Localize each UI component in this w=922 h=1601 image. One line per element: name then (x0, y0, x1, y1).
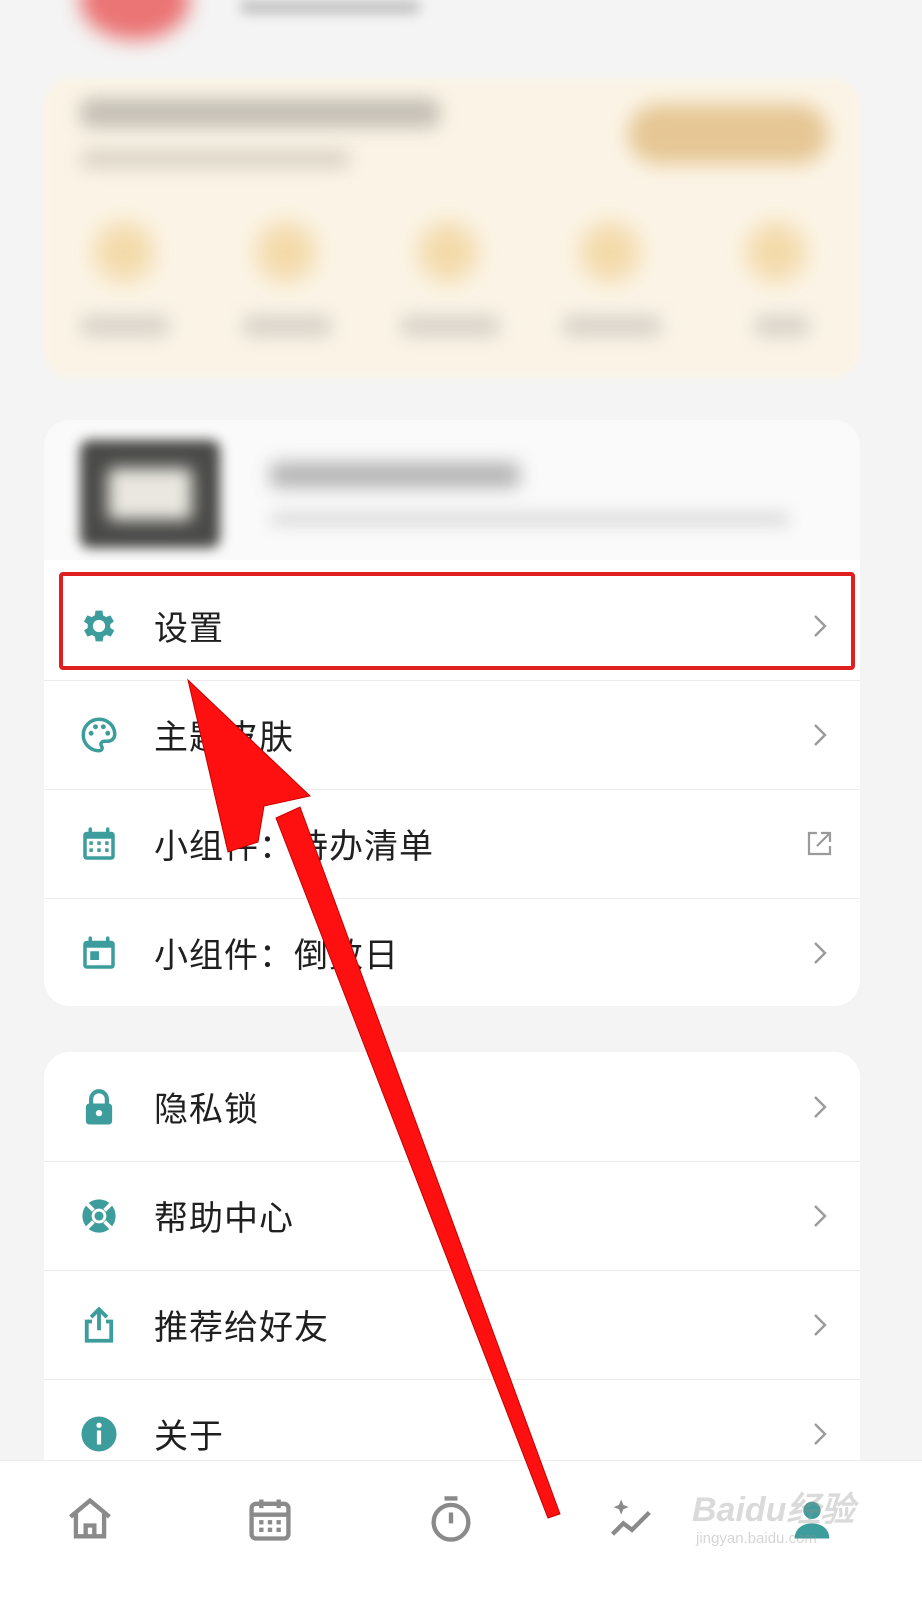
menu-item-widget-countdown[interactable]: 小组件：倒数日 (44, 898, 860, 1006)
nav-home[interactable] (60, 1489, 120, 1549)
menu-item-label: 小组件：待办清单 (154, 827, 434, 867)
gear-icon (78, 605, 120, 647)
menu-item-label: 设置 (154, 609, 224, 649)
chevron-right-icon (814, 723, 827, 746)
info-icon (78, 1413, 120, 1455)
profile-icon (794, 1501, 830, 1539)
lock-icon (78, 1086, 120, 1128)
chevron-right-icon (814, 1313, 827, 1336)
chevron-right-icon (814, 1204, 827, 1227)
sparkle-chart-icon (610, 1499, 651, 1536)
banner-image-inner (108, 468, 192, 520)
blurred-vip-subtitle (80, 150, 350, 168)
menu-item-label: 推荐给好友 (154, 1308, 329, 1348)
menu-item-label: 小组件：倒数日 (154, 936, 399, 976)
menu-item-theme[interactable]: 主题皮肤 (44, 680, 860, 789)
perk-icon (256, 222, 316, 282)
perk-icon (746, 222, 806, 282)
blurred-banner-subtitle (270, 512, 790, 526)
blurred-profile-header (0, 0, 922, 420)
chevron-right-icon (814, 941, 827, 964)
menu-item-label: 主题皮肤 (154, 718, 294, 758)
avatar (80, 0, 190, 40)
blurred-banner-title (270, 462, 520, 488)
perk-icon (94, 222, 154, 282)
chevron-right-icon (814, 1422, 827, 1445)
share-icon (78, 1304, 120, 1346)
perk-icon (580, 222, 640, 282)
menu-item-about[interactable]: 关于 (44, 1379, 860, 1472)
chevron-right-icon (814, 614, 827, 637)
perk-label (562, 315, 662, 337)
menu-item-widget-todo[interactable]: 小组件：待办清单 (44, 789, 860, 898)
nav-stats[interactable] (602, 1489, 662, 1549)
lifebuoy-icon (78, 1195, 120, 1237)
calendar-day-icon (78, 932, 120, 974)
timer-icon (431, 1496, 471, 1542)
perk-label (242, 315, 332, 337)
menu-item-label: 帮助中心 (154, 1199, 294, 1239)
perk-label (754, 315, 810, 337)
perk-icon (418, 222, 478, 282)
menu-item-recommend[interactable]: 推荐给好友 (44, 1270, 860, 1379)
chevron-right-icon (814, 1095, 827, 1118)
menu-item-privacy-lock[interactable]: 隐私锁 (44, 1052, 860, 1161)
palette-icon (78, 714, 120, 756)
menu-card-1: 设置 主题皮肤 小组件：待办清单 小组件：倒数日 (44, 560, 860, 1006)
perk-label (400, 315, 500, 337)
blurred-vip-button[interactable] (628, 104, 828, 164)
nav-timer[interactable] (421, 1489, 481, 1549)
menu-item-label: 关于 (154, 1417, 224, 1457)
bottom-navigation (0, 1460, 922, 1601)
calendar-icon (249, 1499, 291, 1541)
blurred-username (240, 0, 420, 14)
home-icon (69, 1497, 111, 1539)
perk-label (80, 315, 170, 337)
menu-item-label: 隐私锁 (154, 1090, 259, 1130)
calendar-grid-icon (78, 823, 120, 865)
menu-card-2: 隐私锁 帮助中心 推荐给好友 关于 (44, 1052, 860, 1472)
nav-profile[interactable] (782, 1489, 842, 1549)
menu-item-settings[interactable]: 设置 (44, 571, 860, 680)
external-link-icon (807, 831, 832, 855)
menu-item-help-center[interactable]: 帮助中心 (44, 1161, 860, 1270)
nav-calendar[interactable] (240, 1489, 300, 1549)
blurred-vip-title (80, 98, 440, 128)
